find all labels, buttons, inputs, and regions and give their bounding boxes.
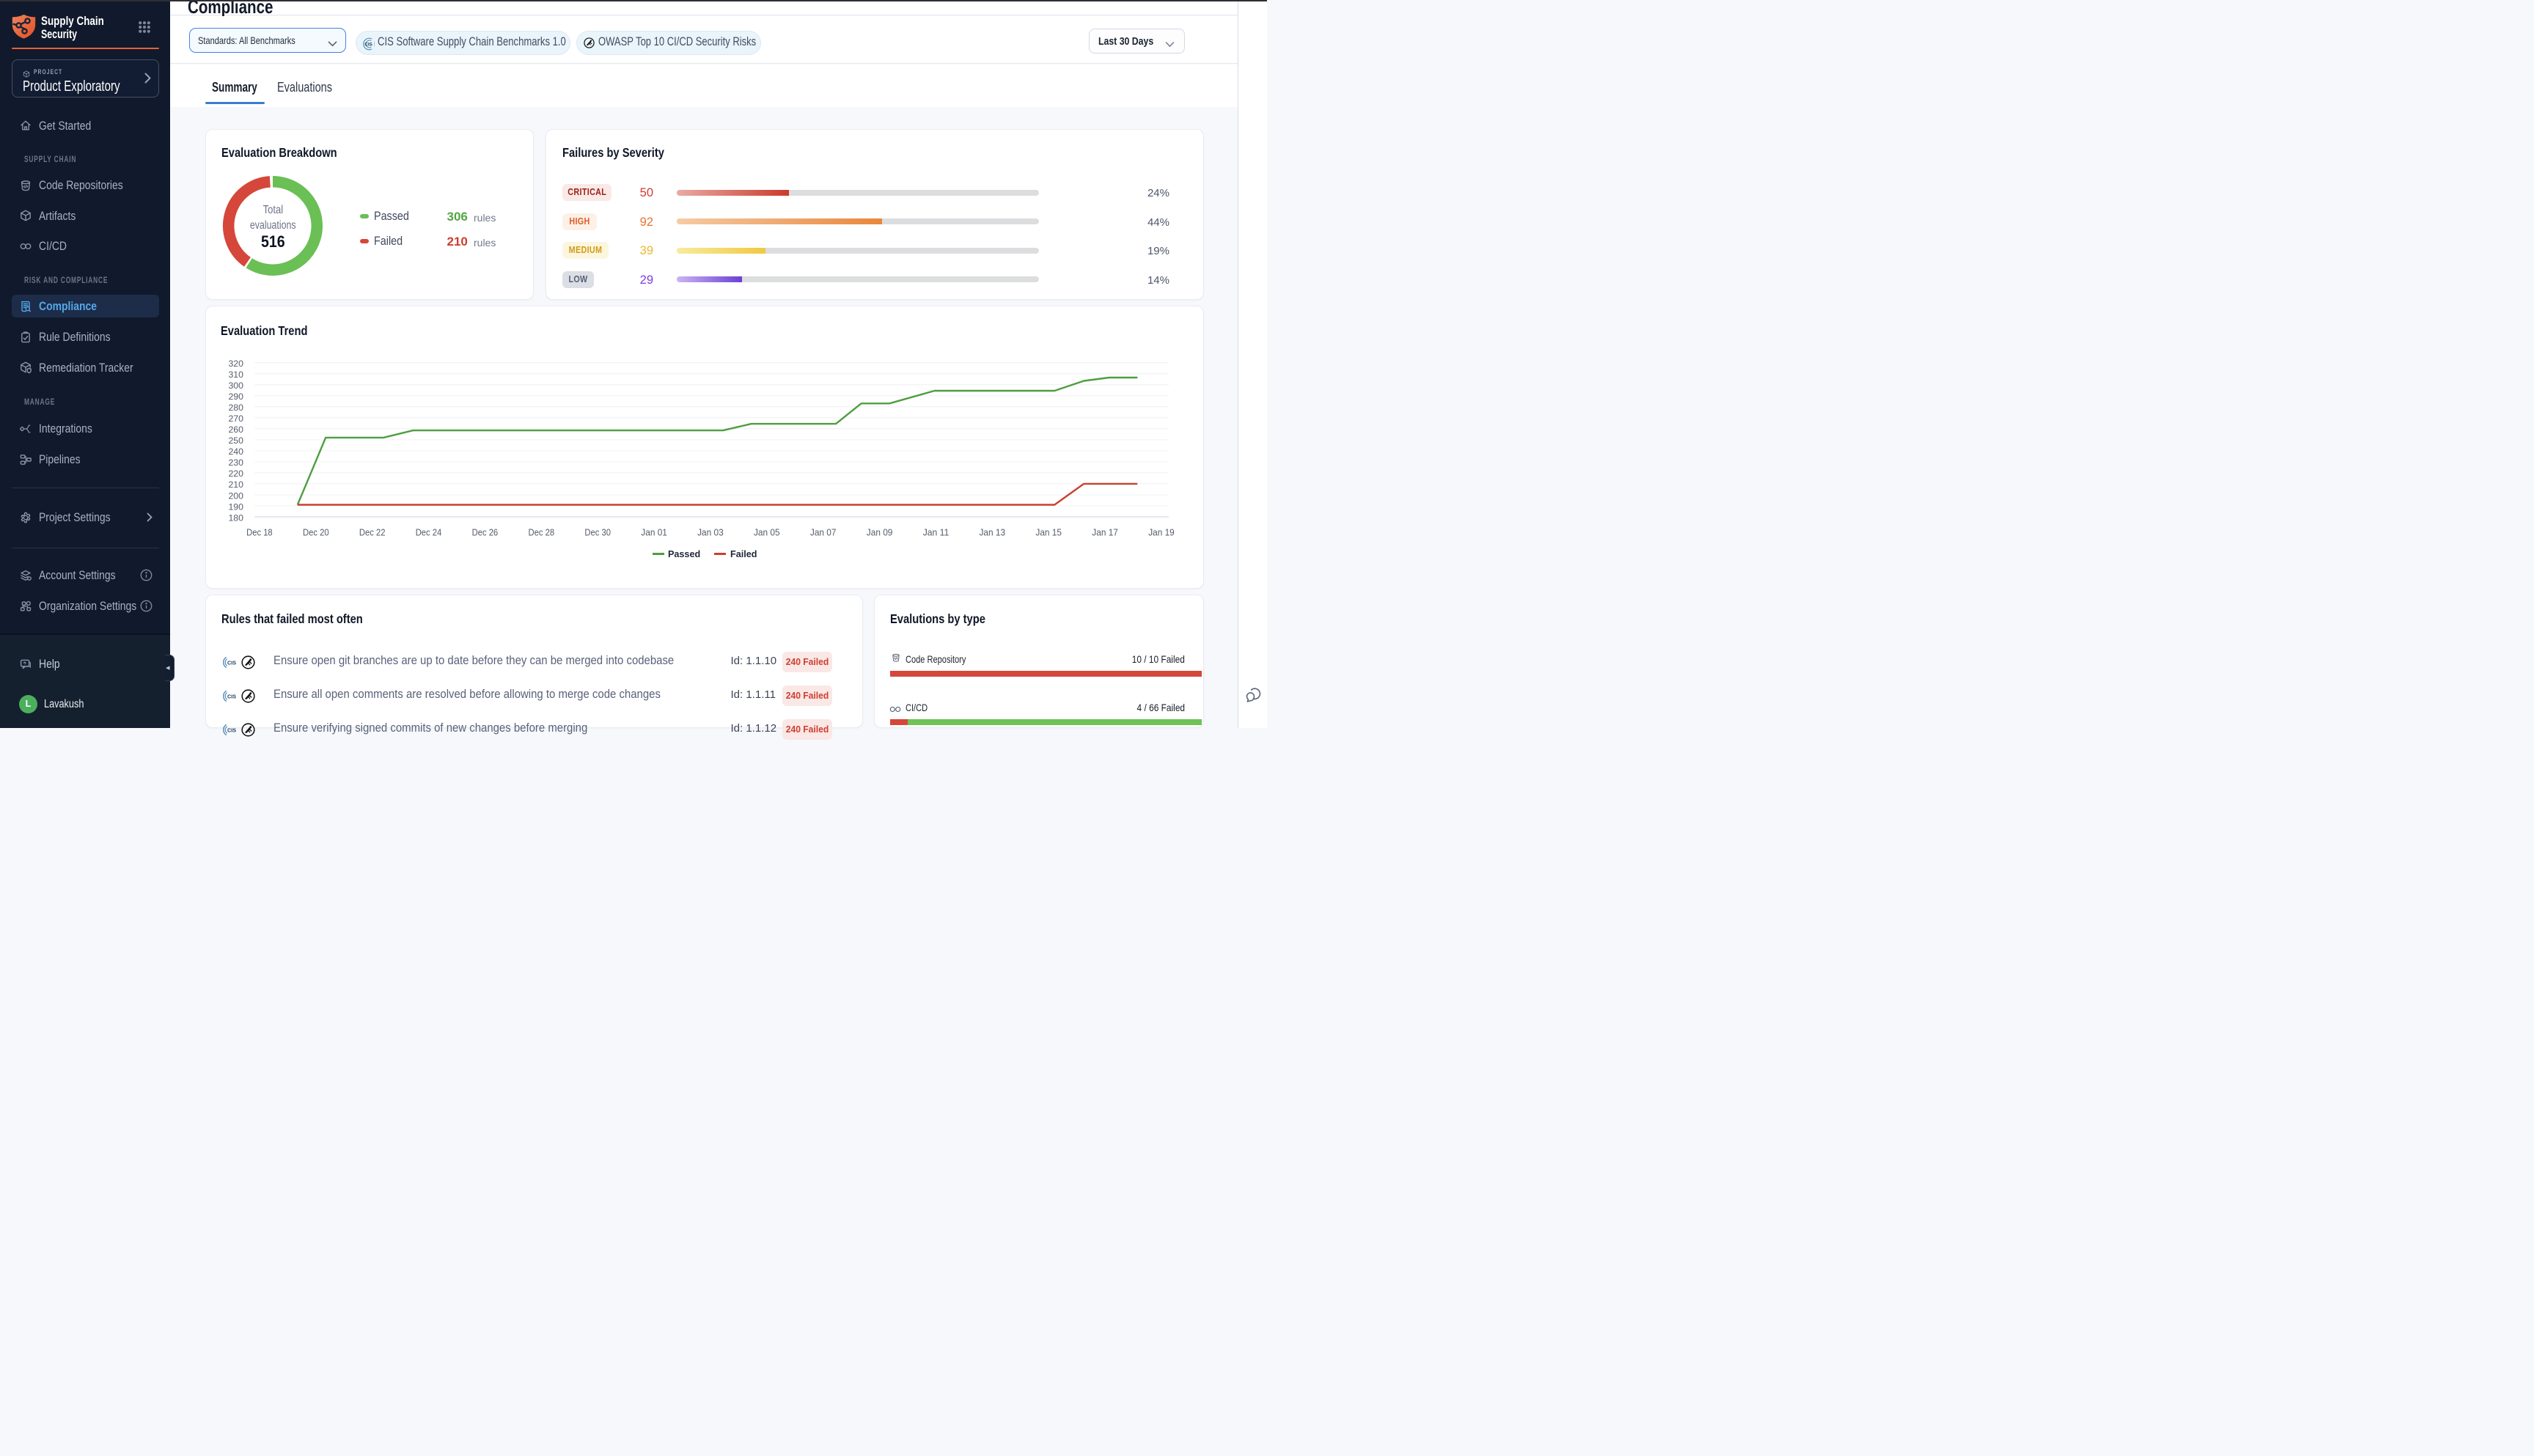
- svg-text:240: 240: [228, 446, 243, 457]
- svg-text:190: 190: [228, 501, 243, 512]
- svg-text:CIS: CIS: [227, 694, 236, 699]
- svg-text:300: 300: [228, 380, 243, 391]
- svg-text:260: 260: [228, 424, 243, 435]
- svg-text:Jan 17: Jan 17: [1092, 526, 1118, 537]
- svg-text:320: 320: [228, 359, 243, 369]
- svg-text:220: 220: [228, 468, 243, 479]
- svg-text:Jan 07: Jan 07: [810, 526, 837, 537]
- svg-text:280: 280: [228, 402, 243, 413]
- svg-text:Jan 09: Jan 09: [867, 526, 893, 537]
- svg-text:180: 180: [228, 512, 243, 523]
- svg-text:CIS: CIS: [364, 42, 372, 47]
- svg-text:310: 310: [228, 369, 243, 380]
- svg-text:Dec 30: Dec 30: [584, 526, 611, 537]
- svg-text:Jan 15: Jan 15: [1035, 526, 1062, 537]
- svg-text:200: 200: [228, 490, 243, 501]
- svg-text:Jan 19: Jan 19: [1148, 526, 1175, 537]
- svg-text:290: 290: [228, 391, 243, 402]
- svg-text:Dec 18: Dec 18: [246, 526, 273, 537]
- svg-text:Jan 01: Jan 01: [641, 526, 667, 537]
- svg-text:CIS: CIS: [227, 660, 236, 666]
- svg-text:Jan 05: Jan 05: [754, 526, 780, 537]
- svg-text:230: 230: [228, 457, 243, 468]
- svg-text:Dec 28: Dec 28: [529, 526, 555, 537]
- svg-text:270: 270: [228, 413, 243, 424]
- svg-text:Jan 11: Jan 11: [923, 526, 950, 537]
- svg-text:210: 210: [228, 479, 243, 490]
- svg-text:Dec 20: Dec 20: [303, 526, 329, 537]
- svg-text:Dec 24: Dec 24: [416, 526, 442, 537]
- svg-text:250: 250: [228, 435, 243, 446]
- svg-text:CIS: CIS: [227, 727, 236, 733]
- svg-text:Jan 13: Jan 13: [980, 526, 1006, 537]
- svg-text:Dec 22: Dec 22: [359, 526, 386, 537]
- svg-text:Jan 03: Jan 03: [697, 526, 724, 537]
- svg-text:Dec 26: Dec 26: [472, 526, 499, 537]
